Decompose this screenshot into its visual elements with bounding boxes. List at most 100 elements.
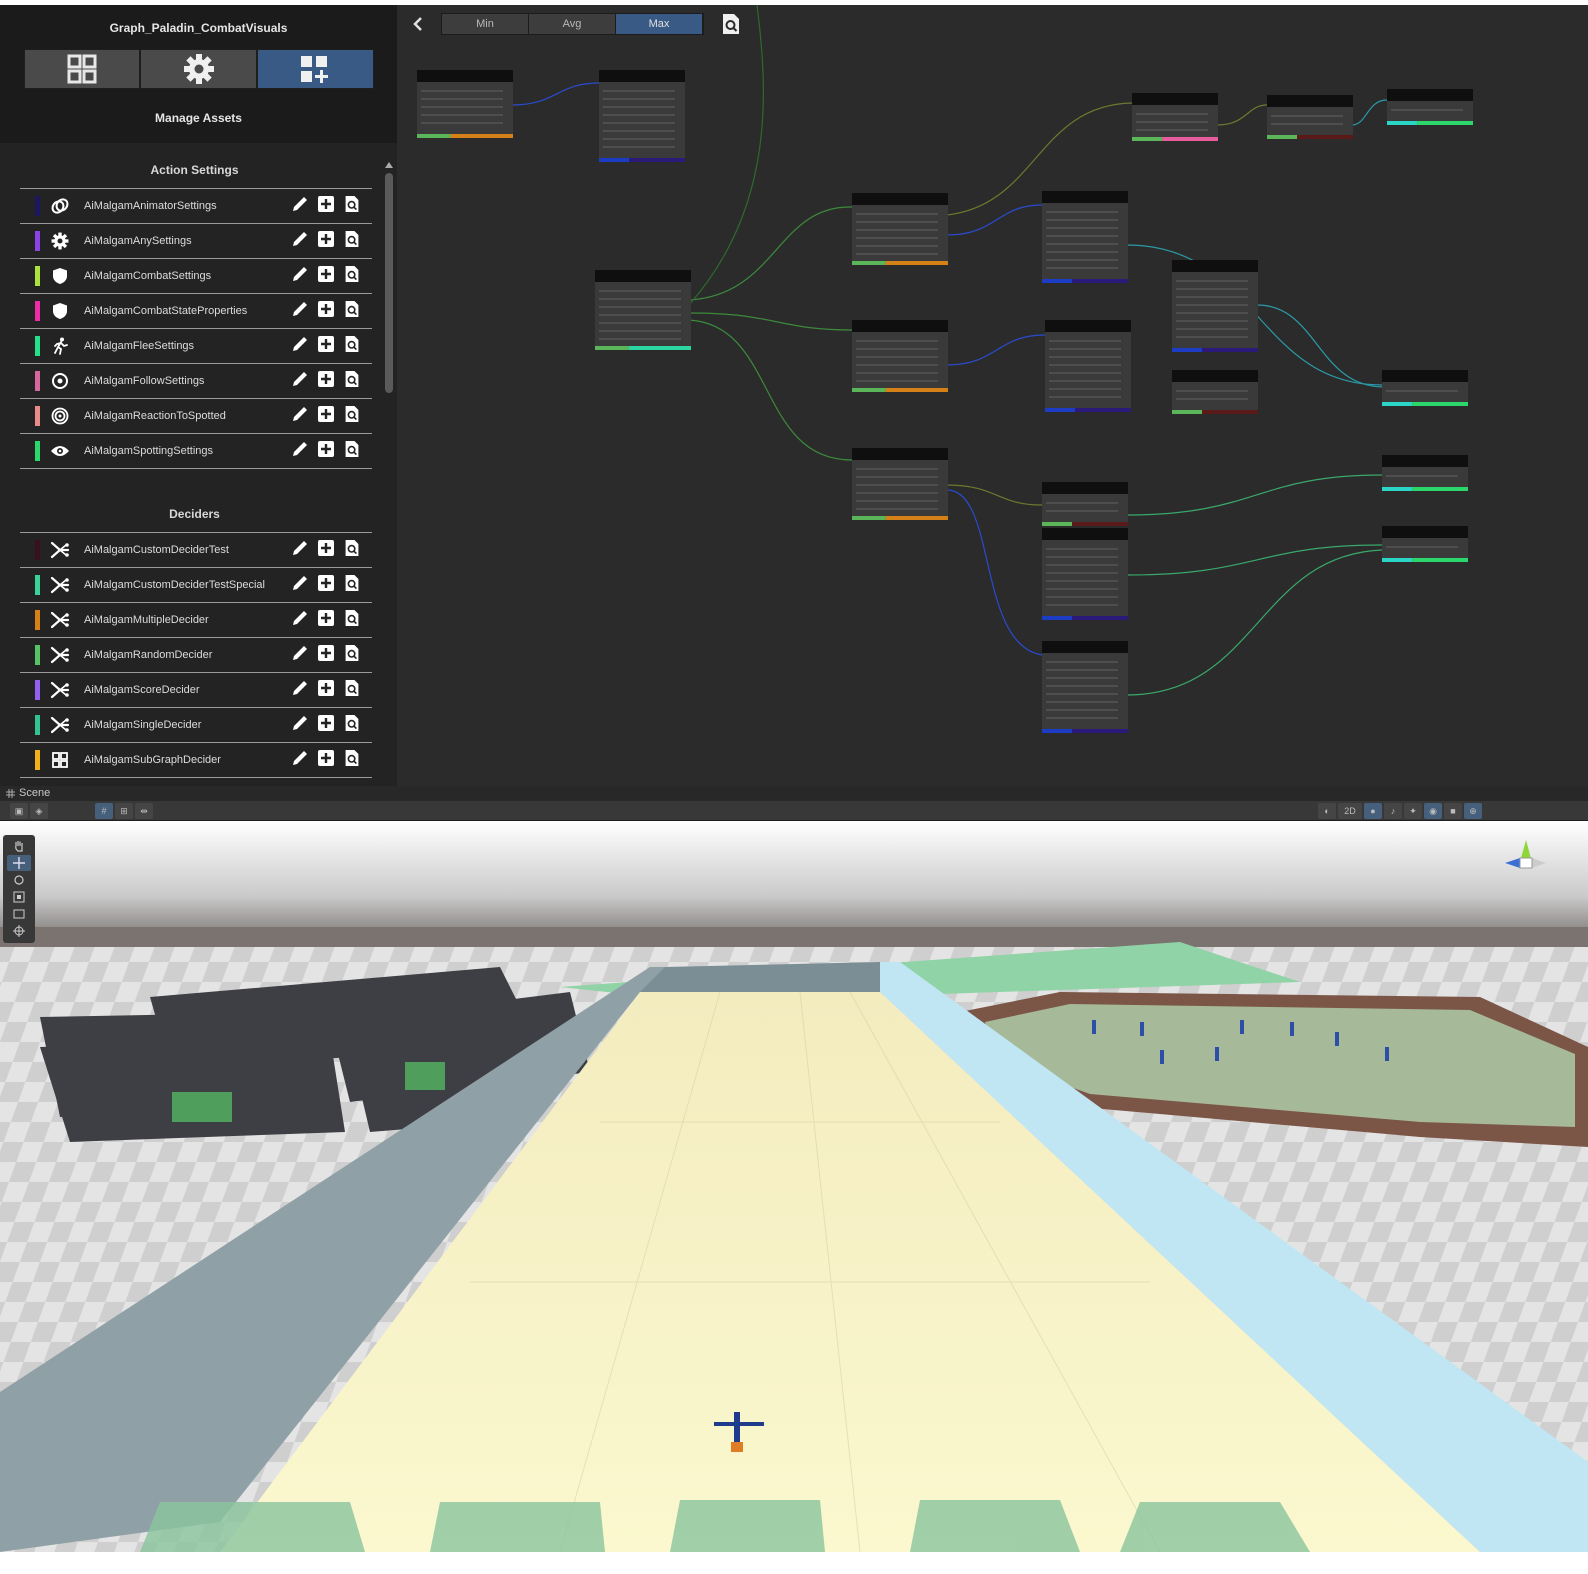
add-button[interactable] — [316, 230, 336, 251]
find-button[interactable] — [342, 370, 362, 391]
list-item[interactable]: AiMalgamCombatSettings — [20, 259, 372, 294]
graph-node[interactable] — [1042, 641, 1128, 733]
add-button[interactable] — [316, 405, 336, 426]
segment-avg[interactable]: Avg — [529, 14, 616, 34]
add-button[interactable] — [316, 539, 336, 560]
scene-tab[interactable]: Scene — [6, 787, 50, 799]
draw-mode-icon[interactable]: ▣ — [10, 803, 28, 819]
graph-node[interactable] — [1042, 482, 1128, 526]
asset-list[interactable]: Action Settings AiMalgamAnimatorSettings A… — [0, 143, 397, 795]
add-button[interactable] — [316, 195, 336, 216]
add-button[interactable] — [316, 370, 336, 391]
edit-button[interactable] — [290, 680, 310, 700]
edit-button[interactable] — [290, 336, 310, 356]
find-button[interactable] — [342, 714, 362, 735]
rect-tool[interactable] — [7, 906, 31, 922]
grid-snap-icon[interactable]: # — [95, 803, 113, 819]
find-button[interactable] — [342, 230, 362, 251]
edit-button[interactable] — [290, 231, 310, 251]
list-item[interactable]: AiMalgamFleeSettings — [20, 329, 372, 364]
graph-node[interactable] — [1267, 95, 1353, 139]
find-button[interactable] — [342, 574, 362, 595]
graph-node[interactable] — [852, 448, 948, 520]
rotate-tool[interactable] — [7, 872, 31, 888]
find-button[interactable] — [342, 609, 362, 630]
edit-button[interactable] — [290, 540, 310, 560]
add-button[interactable] — [316, 679, 336, 700]
effects-icon[interactable]: ✦ — [1404, 803, 1422, 819]
scale-tool[interactable] — [7, 889, 31, 905]
add-button[interactable] — [316, 749, 336, 770]
find-button[interactable] — [342, 265, 362, 286]
add-button[interactable] — [316, 644, 336, 665]
graph-node[interactable] — [1042, 191, 1128, 283]
add-button[interactable] — [316, 265, 336, 286]
graph-node[interactable] — [417, 70, 513, 138]
segment-max[interactable]: Max — [616, 14, 703, 34]
lighting-icon[interactable]: ● — [1364, 803, 1382, 819]
move-tool[interactable] — [7, 855, 31, 871]
increment-snap-icon[interactable]: ⇹ — [135, 803, 153, 819]
toggle-2d-button[interactable]: 2D — [1338, 803, 1362, 819]
find-button[interactable] — [342, 195, 362, 216]
graph-node[interactable] — [1387, 89, 1473, 125]
scene-viewport[interactable] — [0, 822, 1588, 1552]
list-item[interactable]: AiMalgamAnySettings — [20, 224, 372, 259]
list-item[interactable]: AiMalgamSubGraphDecider — [20, 743, 372, 778]
add-button[interactable] — [316, 440, 336, 461]
graph-node[interactable] — [852, 320, 948, 392]
gizmos-icon[interactable]: ⊕ — [1464, 803, 1482, 819]
edit-button[interactable] — [290, 715, 310, 735]
visibility-icon[interactable]: ◉ — [1424, 803, 1442, 819]
find-button[interactable] — [342, 440, 362, 461]
list-item[interactable]: AiMalgamReactionToSpotted — [20, 399, 372, 434]
graph-node[interactable] — [595, 270, 691, 350]
find-button[interactable] — [720, 13, 742, 35]
tab-settings[interactable] — [140, 49, 257, 89]
list-item[interactable]: AiMalgamAnimatorSettings — [20, 189, 372, 224]
edit-button[interactable] — [290, 441, 310, 461]
graph-node[interactable] — [1172, 370, 1258, 414]
edit-button[interactable] — [290, 750, 310, 770]
find-button[interactable] — [342, 335, 362, 356]
scrollbar[interactable] — [385, 173, 393, 393]
find-button[interactable] — [342, 749, 362, 770]
edit-button[interactable] — [290, 610, 310, 630]
segment-min[interactable]: Min — [442, 14, 529, 34]
graph-node[interactable] — [599, 70, 685, 162]
edit-button[interactable] — [290, 196, 310, 216]
find-button[interactable] — [342, 679, 362, 700]
list-item[interactable]: AiMalgamCombatStateProperties — [20, 294, 372, 329]
edit-button[interactable] — [290, 575, 310, 595]
edit-button[interactable] — [290, 301, 310, 321]
graph-node[interactable] — [1382, 370, 1468, 406]
scroll-up-arrow[interactable] — [385, 162, 393, 168]
edit-button[interactable] — [290, 645, 310, 665]
graph-node[interactable] — [1382, 455, 1468, 491]
graph-canvas[interactable]: Min Avg Max — [397, 5, 1588, 795]
hand-tool[interactable] — [7, 838, 31, 854]
render-mode-icon[interactable]: ◈ — [30, 803, 48, 819]
graph-node[interactable] — [1132, 93, 1218, 141]
tab-overview[interactable] — [23, 49, 141, 89]
add-button[interactable] — [316, 714, 336, 735]
edit-button[interactable] — [290, 371, 310, 391]
back-button[interactable] — [407, 13, 429, 35]
list-item[interactable]: AiMalgamCustomDeciderTest — [20, 533, 372, 568]
snap-settings-icon[interactable]: ⊞ — [115, 803, 133, 819]
tab-manage-assets[interactable] — [256, 49, 374, 89]
list-item[interactable]: AiMalgamSpottingSettings — [20, 434, 372, 469]
list-item[interactable]: AiMalgamScoreDecider — [20, 673, 372, 708]
audio-icon[interactable]: ♪ — [1384, 803, 1402, 819]
list-item[interactable]: AiMalgamSingleDecider — [20, 708, 372, 743]
graph-node[interactable] — [1045, 320, 1131, 412]
graph-node[interactable] — [1172, 260, 1258, 352]
list-item[interactable]: AiMalgamCustomDeciderTestSpecial — [20, 568, 372, 603]
list-item[interactable]: AiMalgamFollowSettings — [20, 364, 372, 399]
shading-icon[interactable]: ◐ — [1318, 803, 1336, 819]
camera-icon[interactable]: ■ — [1444, 803, 1462, 819]
find-button[interactable] — [342, 300, 362, 321]
find-button[interactable] — [342, 644, 362, 665]
list-item[interactable]: AiMalgamRandomDecider — [20, 638, 372, 673]
transform-tool[interactable] — [7, 923, 31, 939]
